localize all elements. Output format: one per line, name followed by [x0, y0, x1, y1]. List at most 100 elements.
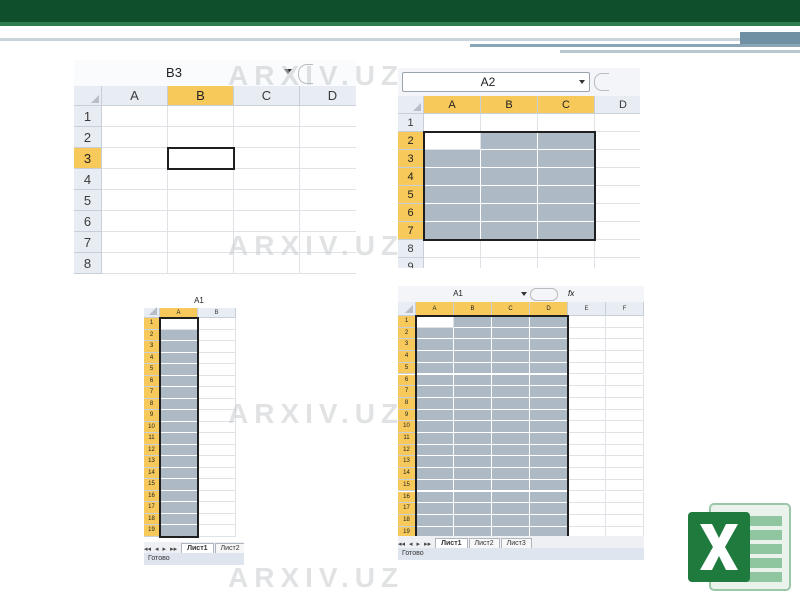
grid-cell[interactable] [424, 114, 481, 132]
grid-cell[interactable] [234, 190, 300, 211]
grid-cell[interactable] [234, 211, 300, 232]
column-header-e[interactable]: E [568, 302, 606, 316]
grid-cell[interactable] [160, 433, 198, 445]
grid-cell[interactable] [492, 444, 530, 457]
grid-cell[interactable] [160, 444, 198, 456]
grid-cell[interactable] [481, 258, 538, 268]
row-header-14[interactable]: 14 [398, 468, 416, 480]
grid-cell[interactable] [606, 339, 644, 352]
grid-cell[interactable] [454, 433, 492, 445]
grid-cell[interactable] [530, 397, 568, 410]
grid-cell[interactable] [234, 127, 300, 148]
grid-cell[interactable] [102, 232, 168, 253]
row-header-13[interactable]: 13 [398, 456, 416, 469]
sheet-tab[interactable]: Лист3 [500, 538, 532, 548]
grid-cell[interactable] [538, 240, 595, 258]
tab-nav-arrow-icon[interactable]: ▸ [417, 540, 421, 548]
column-header-b[interactable]: B [481, 96, 538, 114]
column-header-b[interactable]: B [198, 308, 236, 318]
column-header-b[interactable]: B [168, 86, 234, 106]
grid-cell[interactable] [160, 318, 198, 330]
grid-cell[interactable] [198, 387, 236, 399]
row-header-5[interactable]: 5 [398, 186, 424, 204]
name-box[interactable]: A1 [174, 294, 224, 308]
grid-cell[interactable] [568, 433, 606, 445]
grid-cell[interactable] [595, 240, 640, 258]
grid-cell[interactable] [568, 409, 606, 422]
row-header-17[interactable]: 17 [144, 502, 160, 514]
grid-cell[interactable] [300, 106, 356, 127]
grid-cell[interactable] [568, 444, 606, 457]
row-header-18[interactable]: 18 [144, 513, 160, 525]
grid-cell[interactable] [300, 253, 356, 274]
grid-cell[interactable] [606, 316, 644, 328]
row-header-1[interactable]: 1 [398, 316, 416, 328]
grid-cell[interactable] [160, 410, 198, 422]
row-header-1[interactable]: 1 [144, 318, 160, 330]
grid-cell[interactable] [492, 456, 530, 469]
row-header-1[interactable]: 1 [74, 106, 102, 127]
select-all-corner[interactable] [398, 96, 424, 114]
grid-cell[interactable] [300, 211, 356, 232]
grid-cell[interactable] [102, 253, 168, 274]
grid-cell[interactable] [454, 327, 492, 340]
grid-cell[interactable] [300, 169, 356, 190]
grid-cell[interactable] [454, 362, 492, 375]
row-header-8[interactable]: 8 [398, 240, 424, 258]
grid-cell[interactable] [160, 456, 198, 468]
grid-cell[interactable] [568, 386, 606, 398]
column-header-a[interactable]: A [160, 308, 198, 318]
grid-cell[interactable] [606, 479, 644, 492]
row-header-3[interactable]: 3 [398, 150, 424, 168]
tab-nav-arrow-icon[interactable]: ▸▸ [424, 540, 431, 548]
grid-cell[interactable] [492, 316, 530, 328]
row-header-4[interactable]: 4 [398, 351, 416, 363]
tab-nav-arrow-icon[interactable]: ◂ [155, 545, 159, 553]
grid-cell[interactable] [102, 106, 168, 127]
row-header-19[interactable]: 19 [144, 525, 160, 537]
grid-cell[interactable] [160, 490, 198, 502]
column-header-d[interactable]: D [530, 302, 568, 316]
grid-cell[interactable] [538, 204, 595, 222]
grid-cell[interactable] [454, 468, 492, 480]
column-header-f[interactable]: F [606, 302, 644, 316]
column-header-a[interactable]: A [416, 302, 454, 316]
row-header-8[interactable]: 8 [74, 253, 102, 274]
grid-cell[interactable] [416, 479, 454, 492]
grid-cell[interactable] [492, 351, 530, 363]
grid-cell[interactable] [530, 409, 568, 422]
grid-cell[interactable] [234, 148, 300, 169]
grid-cell[interactable] [198, 421, 236, 433]
grid-cell[interactable] [530, 351, 568, 363]
grid-cell[interactable] [454, 386, 492, 398]
column-header-c[interactable]: C [234, 86, 300, 106]
row-header-3[interactable]: 3 [398, 339, 416, 352]
grid-cell[interactable] [538, 222, 595, 240]
grid-cell[interactable] [198, 456, 236, 468]
grid-cell[interactable] [492, 421, 530, 433]
grid-cell[interactable] [416, 514, 454, 527]
row-header-14[interactable]: 14 [144, 467, 160, 479]
grid-cell[interactable] [160, 387, 198, 399]
grid-cell[interactable] [530, 374, 568, 387]
grid-cell[interactable] [606, 468, 644, 480]
grid-cell[interactable] [568, 503, 606, 515]
grid-cell[interactable] [538, 186, 595, 204]
grid-cell[interactable] [530, 514, 568, 527]
grid-cell[interactable] [568, 374, 606, 387]
sheet-tab[interactable]: Лист1 [181, 543, 214, 553]
column-header-c[interactable]: C [538, 96, 595, 114]
grid-cell[interactable] [416, 327, 454, 340]
grid-cell[interactable] [416, 444, 454, 457]
grid-cell[interactable] [160, 421, 198, 433]
grid-cell[interactable] [160, 467, 198, 479]
grid-cell[interactable] [454, 421, 492, 433]
row-header-9[interactable]: 9 [144, 410, 160, 422]
grid-cell[interactable] [454, 479, 492, 492]
grid-cell[interactable] [424, 150, 481, 168]
grid-cell[interactable] [416, 397, 454, 410]
sheet-tab[interactable]: Лист1 [435, 538, 468, 548]
grid-cell[interactable] [416, 468, 454, 480]
grid-cell[interactable] [416, 503, 454, 515]
grid-cell[interactable] [416, 491, 454, 504]
